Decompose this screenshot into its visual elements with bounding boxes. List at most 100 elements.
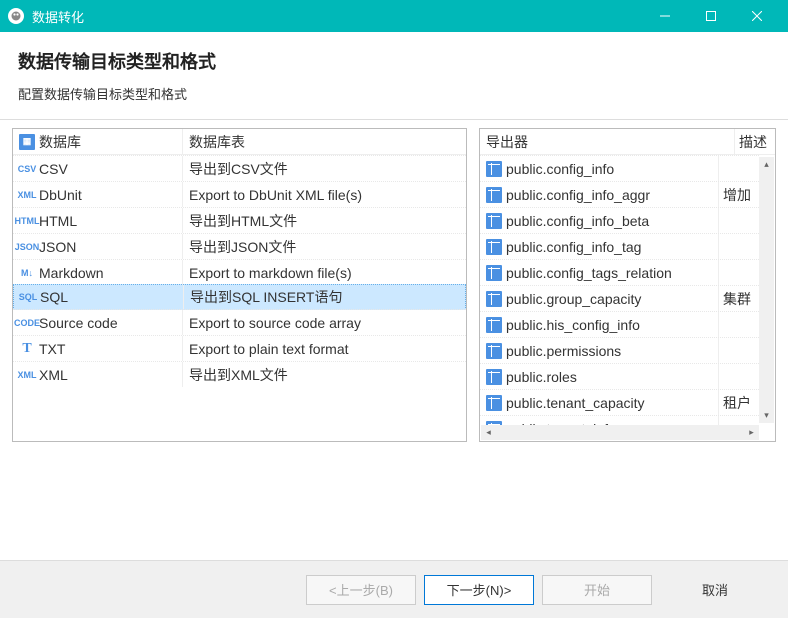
vertical-scrollbar[interactable]: ▴ ▾ (759, 157, 774, 423)
back-button[interactable]: <上一步(B) (306, 575, 416, 605)
format-row[interactable]: TTXTExport to plain text format (13, 335, 466, 361)
format-desc: 导出到JSON文件 (183, 237, 466, 257)
format-list-pane: ▦ 数据库 数据库表 CSVCSV导出到CSV文件XMLDbUnitExport… (12, 128, 467, 442)
format-name: Source code (39, 315, 118, 331)
format-rows: CSVCSV导出到CSV文件XMLDbUnitExport to DbUnit … (13, 155, 466, 441)
exporter-name: public.config_info_tag (506, 239, 641, 255)
table-icon (486, 395, 502, 411)
format-row[interactable]: CODESource code Export to source code arr… (13, 309, 466, 335)
code-icon: CODE (19, 315, 35, 331)
format-name: CSV (39, 161, 68, 177)
format-row[interactable]: XMLDbUnit Export to DbUnit XML file(s) (13, 181, 466, 207)
exporter-row[interactable]: public.tenant_info (480, 415, 759, 425)
exporter-row[interactable]: public.his_config_info (480, 311, 759, 337)
table-icon (486, 213, 502, 229)
scroll-left-button[interactable]: ◂ (481, 425, 496, 440)
table-icon (486, 343, 502, 359)
table-icon (486, 239, 502, 255)
exporter-name: public.group_capacity (506, 291, 641, 307)
exporter-row[interactable]: public.config_info_aggr增加 (480, 181, 759, 207)
table-icon (486, 265, 502, 281)
exporter-row[interactable]: public.permissions (480, 337, 759, 363)
format-name: HTML (39, 213, 77, 229)
table-icon (486, 187, 502, 203)
format-desc: Export to markdown file(s) (183, 265, 466, 281)
format-name: TXT (39, 341, 65, 357)
scroll-right-button[interactable]: ▸ (744, 425, 759, 440)
format-list-header: ▦ 数据库 数据库表 (13, 129, 466, 155)
exporter-desc: 增加 (719, 185, 759, 205)
exporter-row[interactable]: public.group_capacity 集群 (480, 285, 759, 311)
format-name: XML (39, 367, 68, 383)
exporter-row[interactable]: public.config_info (480, 155, 759, 181)
format-row[interactable]: XMLXML 导出到XML文件 (13, 361, 466, 387)
format-desc: 导出到XML文件 (183, 365, 466, 385)
table-icon (486, 369, 502, 385)
exporter-row[interactable]: public.config_info_tag (480, 233, 759, 259)
scroll-up-button[interactable]: ▴ (759, 157, 774, 172)
page-title: 数据传输目标类型和格式 (18, 48, 770, 74)
exporter-row[interactable]: public.config_info_beta (480, 207, 759, 233)
format-desc: 导出到SQL INSERT语句 (184, 287, 465, 307)
minimize-button[interactable] (642, 0, 688, 32)
next-button[interactable]: 下一步(N)> (424, 575, 534, 605)
exporter-col-name[interactable]: 导出器 (480, 129, 735, 154)
format-name: DbUnit (39, 187, 82, 203)
footer: <上一步(B) 下一步(N)> 开始 取消 (0, 560, 788, 618)
format-row[interactable]: M↓MarkdownExport to markdown file(s) (13, 259, 466, 285)
hscroll-track[interactable] (496, 425, 744, 440)
scroll-track[interactable] (759, 172, 774, 408)
format-desc: 导出到HTML文件 (183, 211, 466, 231)
exporter-name: public.tenant_capacity (506, 395, 645, 411)
format-name: SQL (40, 289, 68, 305)
content: ▦ 数据库 数据库表 CSVCSV导出到CSV文件XMLDbUnitExport… (0, 120, 788, 450)
format-name: JSON (39, 239, 76, 255)
close-button[interactable] (734, 0, 780, 32)
exporter-row[interactable]: public.roles (480, 363, 759, 389)
titlebar: 数据转化 (0, 0, 788, 32)
exporter-name: public.permissions (506, 343, 621, 359)
exporter-list-pane: 导出器 描述 public.config_infopublic.config_i… (479, 128, 776, 442)
xml-icon: XML (19, 367, 35, 383)
format-row[interactable]: CSVCSV 导出到CSV文件 (13, 155, 466, 181)
exporter-name: public.roles (506, 369, 577, 385)
exporter-name: public.his_config_info (506, 317, 640, 333)
table-icon (486, 291, 502, 307)
json-icon: JSON (19, 239, 35, 255)
html-icon: HTML (19, 213, 35, 229)
format-row[interactable]: JSONJSON 导出到JSON文件 (13, 233, 466, 259)
exporter-desc: 集群 (719, 289, 759, 309)
format-name: Markdown (39, 265, 104, 281)
window-controls (642, 0, 780, 32)
csv-icon: CSV (19, 161, 35, 177)
format-col-table[interactable]: 数据库表 (183, 132, 466, 152)
maximize-button[interactable] (688, 0, 734, 32)
scroll-down-button[interactable]: ▾ (759, 408, 774, 423)
format-row[interactable]: HTMLHTML 导出到HTML文件 (13, 207, 466, 233)
format-row[interactable]: SQLSQL导出到SQL INSERT语句 (13, 284, 466, 310)
exporter-rows: public.config_info public.config_info_agg… (480, 155, 759, 425)
grid-icon: ▦ (19, 134, 35, 150)
exporter-col-desc[interactable]: 描述 (735, 132, 775, 152)
header: 数据传输目标类型和格式 配置数据传输目标类型和格式 (0, 32, 788, 115)
exporter-list-header: 导出器 描述 (480, 129, 775, 155)
table-icon (486, 161, 502, 177)
txt-icon: T (19, 341, 35, 357)
table-icon (486, 317, 502, 333)
page-subtitle: 配置数据传输目标类型和格式 (18, 84, 770, 103)
window-title: 数据转化 (32, 7, 642, 26)
exporter-desc: 租户 (719, 393, 759, 413)
exporter-row[interactable]: public.config_tags_relation (480, 259, 759, 285)
exporter-name: public.config_tags_relation (506, 265, 672, 281)
horizontal-scrollbar[interactable]: ◂ ▸ (481, 425, 759, 440)
start-button[interactable]: 开始 (542, 575, 652, 605)
exporter-row[interactable]: public.tenant_capacity 租户 (480, 389, 759, 415)
format-desc: 导出到CSV文件 (183, 159, 466, 179)
format-desc: Export to source code array (183, 315, 466, 331)
exporter-name: public.config_info (506, 161, 614, 177)
xml-icon: XML (19, 187, 35, 203)
format-col-database[interactable]: ▦ 数据库 (13, 129, 183, 154)
format-desc: Export to DbUnit XML file(s) (183, 187, 466, 203)
app-icon (8, 8, 24, 24)
cancel-button[interactable]: 取消 (660, 575, 770, 605)
